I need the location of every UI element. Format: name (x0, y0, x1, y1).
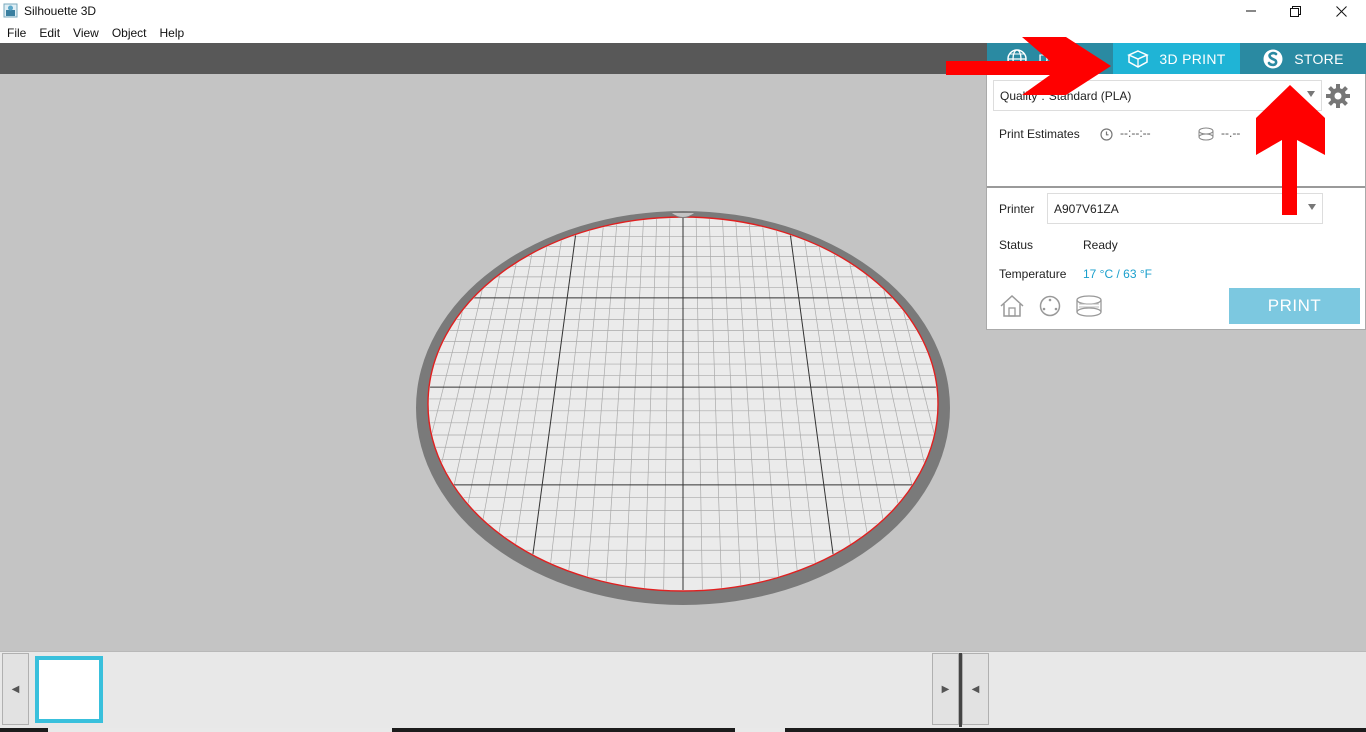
globe-icon (1007, 48, 1027, 69)
build-plate-viewport[interactable] (0, 74, 986, 651)
gear-icon[interactable] (1325, 83, 1351, 109)
silhouette-s-icon (1263, 49, 1283, 68)
temperature-value: 17 °C / 63 °F (1083, 267, 1152, 281)
status-label: Status (999, 238, 1034, 252)
material-estimate: --.-- (1221, 126, 1241, 140)
menu-file[interactable]: File (7, 26, 26, 40)
quality-dropdown[interactable]: Quality : Standard (PLA) (993, 80, 1322, 111)
panel-divider (987, 186, 1365, 188)
print-button[interactable]: PRINT (1229, 288, 1360, 324)
window-title: Silhouette 3D (24, 4, 97, 18)
menu-help[interactable]: Help (160, 26, 185, 40)
chevron-down-icon (1307, 91, 1315, 97)
quality-value: Standard (PLA) (1048, 88, 1132, 103)
filament-spool-icon[interactable] (1075, 295, 1103, 317)
menu-object[interactable]: Object (112, 26, 147, 40)
quality-label: Quality (1000, 88, 1038, 103)
printer-value: A907V61ZA (1054, 201, 1119, 216)
object-thumbnail[interactable] (35, 656, 103, 723)
menu-edit[interactable]: Edit (39, 26, 60, 40)
taskbar-segment (735, 728, 785, 732)
tab-store-label: STORE (1294, 50, 1344, 67)
filament-estimate-icon (1198, 127, 1214, 141)
tray-scroll-left-button[interactable]: ◀ (2, 653, 29, 725)
clock-icon (1100, 128, 1113, 141)
object-tray (0, 651, 1366, 728)
tray-collapse-button[interactable]: ◀ (962, 653, 989, 725)
menu-bar: File Edit View Object Help (0, 22, 1366, 43)
print-settings-panel: Quality : Standard (PLA) Print Estimates… (986, 74, 1366, 330)
close-icon (1335, 5, 1347, 17)
nozzle-icon[interactable] (1039, 295, 1061, 317)
print-estimates-label: Print Estimates (999, 127, 1080, 141)
home-icon[interactable] (999, 294, 1025, 318)
tab-3d-print-label: 3D PRINT (1159, 50, 1226, 67)
printer-label: Printer (999, 202, 1035, 216)
close-button[interactable] (1318, 0, 1364, 22)
tab-design[interactable]: DESIGN (987, 43, 1113, 74)
restore-icon (1289, 5, 1301, 17)
tab-design-label: DESIGN (1038, 50, 1094, 67)
printer-dropdown[interactable]: A907V61ZA (1047, 193, 1323, 224)
title-bar: Silhouette 3D (0, 0, 1366, 22)
taskbar-segment (48, 728, 392, 732)
menu-view[interactable]: View (73, 26, 99, 40)
time-estimate: --:--:-- (1120, 126, 1151, 140)
restore-button[interactable] (1272, 0, 1318, 22)
app-logo-icon (3, 3, 18, 18)
quality-separator: : (1041, 88, 1045, 103)
minimize-icon (1246, 10, 1256, 12)
tab-store[interactable]: STORE (1240, 43, 1366, 74)
temperature-label: Temperature (999, 267, 1067, 281)
chevron-down-icon (1308, 204, 1316, 210)
mode-tabs: DESIGN 3D PRINT STORE (987, 43, 1366, 74)
tray-scroll-right-button[interactable]: ▶ (932, 653, 959, 725)
minimize-button[interactable] (1228, 0, 1274, 22)
cube-icon (1127, 49, 1150, 68)
tab-3d-print[interactable]: 3D PRINT (1113, 43, 1240, 74)
status-value: Ready (1083, 238, 1118, 252)
